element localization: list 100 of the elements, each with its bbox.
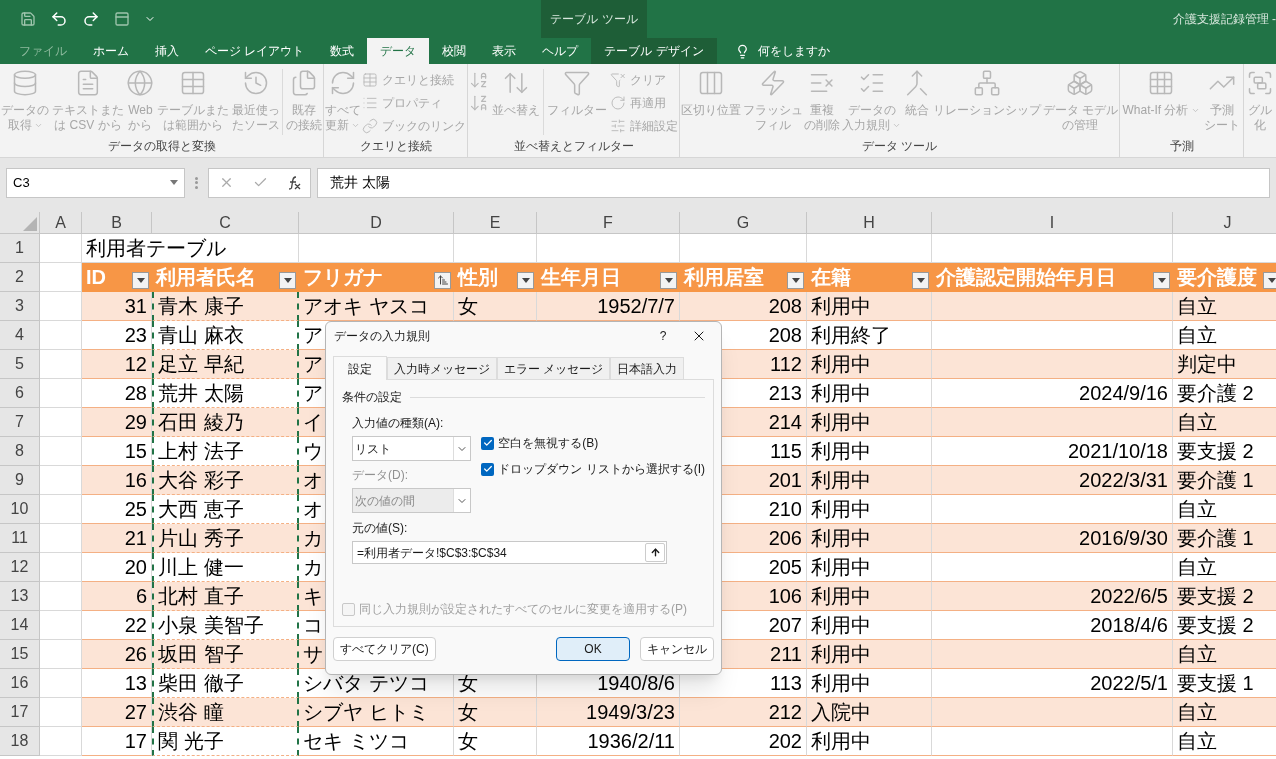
checkbox[interactable] [481,462,495,476]
button-label: Web [128,103,153,118]
button-label: 並べ替え [492,103,541,118]
function-icon[interactable] [286,175,301,190]
column-header[interactable]: I [932,212,1173,233]
column-header[interactable]: C [152,212,299,233]
dialog-tab[interactable]: エラー メッセージ [497,357,611,379]
row-header[interactable]: 6 [0,379,40,408]
dialog-tab[interactable]: 設定 [333,356,387,380]
row-header[interactable]: 4 [0,321,40,350]
row-header[interactable]: 7 [0,408,40,437]
column-header[interactable]: B [82,212,152,233]
ribbon-tab[interactable]: 数式 [317,38,368,64]
row-header[interactable]: 11 [0,524,40,553]
column-header[interactable]: D [299,212,454,233]
button-label: フラッシュ [742,103,803,118]
column-header[interactable]: E [454,212,537,233]
filter-clear-icon [609,72,626,88]
filter-dropdown-icon[interactable] [787,271,804,289]
table-cell: 21 [82,524,152,553]
filter-dropdown-icon[interactable] [132,271,149,289]
redo-icon[interactable] [82,10,100,28]
button-label: の接続 [285,118,322,133]
filter-dropdown-icon[interactable] [517,271,534,289]
ribbon-tab[interactable]: テーブル デザイン [591,38,717,64]
dialog-button[interactable]: キャンセル [640,637,714,661]
name-box[interactable]: C3 [6,167,185,198]
ribbon-tab[interactable]: 校閲 [429,38,480,64]
button-label: グル [1248,103,1272,118]
table-cell: 渋谷 瞳 [152,698,299,727]
filter-dropdown-icon[interactable] [660,271,677,289]
type-select[interactable]: リスト [352,436,472,461]
table-cell: 23 [82,321,152,350]
filter-dropdown-icon[interactable] [912,271,929,289]
help-button[interactable]: ? [645,324,681,348]
table-header: 利用居室 [680,263,807,292]
table-cell: 女 [454,292,537,321]
save-icon[interactable] [20,11,36,27]
row-header[interactable]: 16 [0,669,40,698]
column-header[interactable]: J [1173,212,1276,233]
ribbon-tab[interactable]: ページ レイアウト [192,38,318,64]
column-header[interactable]: H [807,212,932,233]
row-header[interactable]: 14 [0,611,40,640]
form-icon[interactable] [114,11,130,27]
table-cell: 荒井 太陽 [152,379,299,408]
ribbon-tab[interactable]: 表示 [479,38,530,64]
table-cell: 12 [82,350,152,379]
row-header[interactable]: 17 [0,698,40,727]
filter-dropdown-icon[interactable] [279,271,296,289]
collapse-button[interactable] [645,543,665,562]
dialog-tab[interactable]: 入力時メッセージ [387,357,497,379]
table-cell: 利用中 [807,727,932,756]
source-field[interactable]: =利用者データ!$C$3:$C$34 [352,541,667,564]
sort-filter-icon[interactable] [434,271,451,289]
table-cell: 要支援 2 [1173,582,1276,611]
row-header[interactable]: 10 [0,495,40,524]
button-label: 予測 [1210,103,1235,118]
table-header: ID [82,263,152,292]
table-cell: シブヤ ヒトミ [299,698,454,727]
row-header[interactable]: 2 [0,263,40,292]
table-cell: 小泉 美智子 [152,611,299,640]
row-header[interactable]: 12 [0,553,40,582]
table-cell: 女 [454,698,537,727]
row-header[interactable]: 3 [0,292,40,321]
dropdown-icon [170,180,178,185]
group-label: クエリと接続 [358,138,433,155]
reapply-icon [609,95,626,111]
table-cell: 青木 康子 [152,292,299,321]
section-label: 条件の設定 [342,389,402,406]
button-label: は CSV から [54,118,122,133]
dialog-button[interactable]: OK [556,637,630,661]
dialog-tab[interactable]: 日本語入力 [610,357,685,379]
row-header[interactable]: 13 [0,582,40,611]
column-header[interactable]: A [40,212,82,233]
undo-icon[interactable] [50,10,68,28]
table-header: 要介護度 [1173,263,1276,292]
tell-me-field[interactable]: 何をしますか [757,42,830,60]
ribbon-tab[interactable]: ホーム [80,38,142,64]
formula-field[interactable]: 荒井 太陽 [317,167,1270,198]
column-header[interactable]: G [680,212,807,233]
table-cell: 1952/7/7 [537,292,680,321]
filter-dropdown-icon[interactable] [1153,271,1170,289]
ribbon-tab[interactable]: 挿入 [142,38,192,64]
table-header: 性別 [454,263,537,292]
button-label: 統合 [905,103,930,118]
row-header[interactable]: 18 [0,727,40,756]
row-header[interactable]: 1 [0,234,40,263]
column-header[interactable]: F [537,212,680,233]
ribbon-tab[interactable]: ヘルプ [529,38,592,64]
ribbon-tab[interactable]: データ [367,38,430,64]
row-header[interactable]: 9 [0,466,40,495]
select-all-icon[interactable] [23,217,37,231]
globe-icon [126,69,155,97]
row-header[interactable]: 8 [0,437,40,466]
row-header[interactable]: 15 [0,640,40,669]
table-cell: 大西 恵子 [152,495,299,524]
row-header[interactable]: 5 [0,350,40,379]
checkbox[interactable] [481,436,495,450]
dialog-button[interactable]: すべてクリア(C) [333,637,436,661]
filter-dropdown-icon[interactable] [1263,271,1276,289]
